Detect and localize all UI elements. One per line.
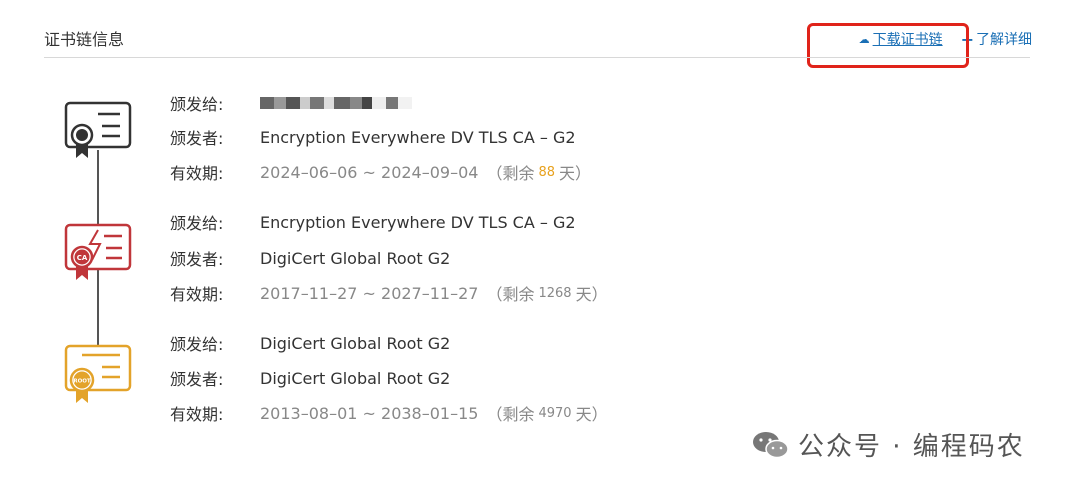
root-remaining-prefix: （剩余: [486, 405, 535, 424]
root-remaining-days: 4970: [538, 405, 572, 421]
section-title: 证书链信息: [44, 30, 125, 49]
leaf-validity-row: 有效期: 2024–06–06 ~ 2024–09–04 （剩余 88 天）: [170, 160, 591, 184]
wechat-icon: [753, 431, 789, 458]
ca-validity-range: 2017–11–27 ~ 2027–11–27: [260, 283, 479, 303]
ca-remaining-days: 1268: [538, 285, 572, 301]
learn-more-label: 了解详细: [976, 32, 1032, 48]
leaf-remaining-days: 88: [538, 164, 556, 180]
ca-issued-to-row: 颁发给: Encryption Everywhere DV TLS CA – G…: [170, 210, 576, 234]
leaf-issuer-row: 颁发者: Encryption Everywhere DV TLS CA – G…: [170, 125, 576, 149]
root-issued-to-value: DigiCert Global Root G2: [260, 333, 451, 353]
redacted-domain: [260, 97, 412, 109]
watermark: 公众号 · 编程码农: [752, 426, 1025, 463]
learn-more-link[interactable]: + 了解详细: [961, 29, 1032, 49]
leaf-remaining-suffix: 天）: [559, 164, 592, 183]
ca-issuer-row: 颁发者: DigiCert Global Root G2: [170, 246, 450, 270]
leaf-certificate-icon: [64, 101, 132, 158]
root-badge-text: ROOT: [73, 379, 91, 385]
ca-certificate-icon: CA: [64, 223, 132, 280]
ca-remaining-suffix: 天）: [575, 285, 608, 304]
root-validity-range: 2013–08–01 ~ 2038–01–15: [260, 403, 479, 423]
leaf-validity-range: 2024–06–06 ~ 2024–09–04: [260, 162, 479, 182]
divider: [44, 57, 1030, 58]
root-remaining-suffix: 天）: [575, 405, 608, 424]
root-validity-row: 有效期: 2013–08–01 ~ 2038–01–15 （剩余 4970 天）: [170, 401, 608, 425]
issued-to-label: 颁发给:: [170, 214, 224, 233]
root-certificate-icon: ROOT: [64, 344, 132, 403]
ca-remaining-prefix: （剩余: [486, 285, 535, 304]
issuer-label: 颁发者:: [170, 250, 224, 269]
validity-label: 有效期:: [170, 285, 224, 304]
ca-badge-text: CA: [77, 254, 88, 262]
highlight-box: [807, 23, 969, 68]
leaf-issuer-value: Encryption Everywhere DV TLS CA – G2: [260, 127, 576, 147]
root-issued-to-row: 颁发给: DigiCert Global Root G2: [170, 331, 450, 355]
watermark-text: 公众号 · 编程码农: [798, 432, 1025, 462]
issuer-label: 颁发者:: [170, 370, 224, 389]
leaf-remaining-prefix: （剩余: [486, 164, 535, 183]
issued-to-label: 颁发给:: [170, 335, 224, 354]
root-issuer-value: DigiCert Global Root G2: [260, 368, 451, 388]
validity-label: 有效期:: [170, 405, 224, 424]
ca-validity-row: 有效期: 2017–11–27 ~ 2027–11–27 （剩余 1268 天）: [170, 281, 608, 305]
ca-issued-to-value: Encryption Everywhere DV TLS CA – G2: [260, 212, 576, 232]
issued-to-label: 颁发给:: [170, 95, 224, 114]
issuer-label: 颁发者:: [170, 129, 224, 148]
validity-label: 有效期:: [170, 164, 224, 183]
ca-issuer-value: DigiCert Global Root G2: [260, 248, 451, 268]
leaf-issued-to-row: 颁发给:: [170, 91, 412, 115]
root-issuer-row: 颁发者: DigiCert Global Root G2: [170, 366, 450, 390]
